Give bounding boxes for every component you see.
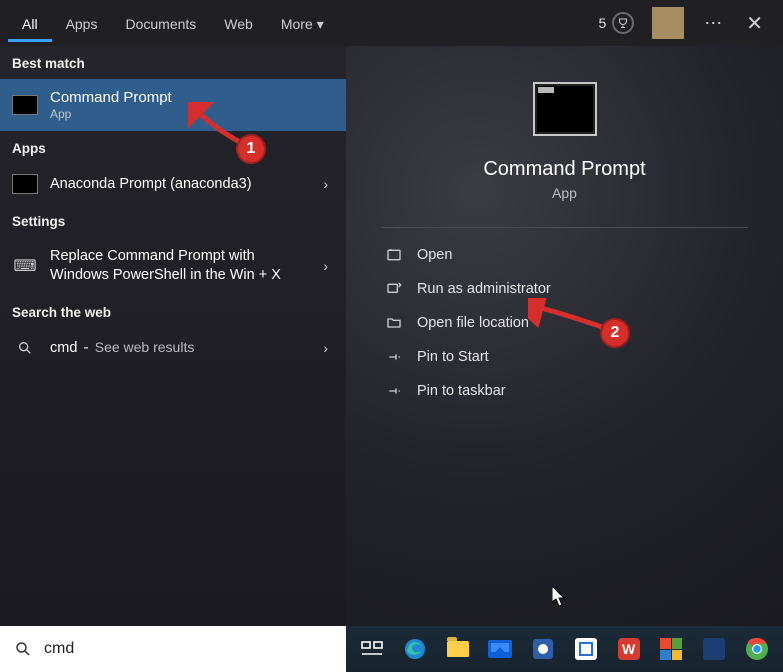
chevron-right-icon[interactable]: › [323, 340, 328, 356]
action-label: Open file location [417, 315, 529, 331]
result-title: cmd [50, 340, 77, 356]
taskbar-task-view[interactable] [352, 629, 393, 669]
taskbar-app-blue[interactable] [694, 629, 735, 669]
chevron-down-icon: ▾ [317, 16, 324, 33]
taskbar-file-explorer[interactable] [437, 629, 478, 669]
results-pane: Best match Command Prompt App Apps Anaco… [0, 46, 346, 626]
cmd-icon [12, 95, 38, 115]
pin-icon [385, 383, 403, 399]
tab-all[interactable]: All [8, 4, 52, 42]
open-icon [385, 247, 403, 263]
action-pin-to-start[interactable]: Pin to Start [381, 340, 748, 374]
keyboard-icon: ⌨ [12, 256, 38, 276]
app-icon [703, 638, 725, 660]
result-anaconda-prompt[interactable]: Anaconda Prompt (anaconda3) › [0, 164, 346, 204]
section-apps: Apps [0, 131, 346, 164]
action-open[interactable]: Open [381, 238, 748, 272]
result-subtitle: App [50, 107, 172, 121]
section-settings: Settings [0, 204, 346, 237]
store-icon [575, 638, 597, 660]
result-web-cmd[interactable]: cmd - See web results › [0, 328, 346, 368]
action-run-as-admin[interactable]: Run as administrator [381, 272, 748, 306]
preview-pane: Command Prompt App Open Run as administr… [346, 46, 783, 626]
office-icon [660, 638, 682, 660]
result-title: Replace Command Prompt with Windows Powe… [50, 247, 300, 285]
taskbar-wps[interactable]: W [608, 629, 649, 669]
taskbar-app[interactable] [523, 629, 564, 669]
folder-icon [385, 315, 403, 331]
tab-documents[interactable]: Documents [111, 4, 210, 42]
search-input[interactable] [44, 640, 332, 658]
result-subtitle: See web results [95, 339, 195, 355]
action-label: Pin to taskbar [417, 383, 506, 399]
action-label: Pin to Start [417, 349, 489, 365]
result-replace-cmd-powershell[interactable]: ⌨ Replace Command Prompt with Windows Po… [0, 237, 346, 295]
result-title: Command Prompt [50, 89, 172, 106]
rewards-points: 5 [598, 15, 606, 31]
result-command-prompt[interactable]: Command Prompt App [0, 79, 346, 131]
pin-icon [385, 349, 403, 365]
close-button[interactable]: ✕ [734, 11, 775, 36]
tab-apps[interactable]: Apps [52, 4, 112, 42]
search-icon [12, 338, 38, 358]
action-pin-to-taskbar[interactable]: Pin to taskbar [381, 374, 748, 408]
shield-icon [385, 281, 403, 297]
section-search-web: Search the web [0, 295, 346, 328]
app-thumbnail [533, 82, 597, 136]
folder-icon [447, 641, 469, 657]
search-icon [14, 640, 32, 658]
chevron-right-icon[interactable]: › [323, 258, 328, 274]
section-best-match: Best match [0, 46, 346, 79]
taskbar-store[interactable] [566, 629, 607, 669]
divider [381, 227, 748, 228]
rewards-button[interactable]: 5 [588, 12, 644, 34]
taskbar-mail[interactable] [480, 629, 521, 669]
annotation-badge-1: 1 [236, 134, 266, 164]
search-tabs: All Apps Documents Web More ▾ 5 ⋯ ✕ [0, 0, 783, 46]
chevron-right-icon[interactable]: › [323, 176, 328, 192]
more-options-button[interactable]: ⋯ [692, 13, 734, 34]
preview-subtitle: App [552, 185, 577, 201]
taskbar-office[interactable] [651, 629, 692, 669]
tab-more[interactable]: More ▾ [267, 4, 338, 43]
preview-title: Command Prompt [483, 158, 645, 181]
user-avatar[interactable] [652, 7, 684, 39]
action-label: Open [417, 247, 452, 263]
tab-web[interactable]: Web [210, 4, 267, 42]
cmd-icon [12, 174, 38, 194]
action-open-file-location[interactable]: Open file location [381, 306, 748, 340]
taskbar-chrome[interactable] [736, 629, 777, 669]
result-title: Anaconda Prompt (anaconda3) [50, 176, 252, 192]
taskbar-edge[interactable] [395, 629, 436, 669]
mail-icon [488, 640, 512, 658]
taskbar: W [346, 626, 783, 672]
wps-icon: W [618, 638, 640, 660]
action-label: Run as administrator [417, 281, 551, 297]
trophy-icon [612, 12, 634, 34]
search-bar[interactable] [0, 626, 346, 672]
